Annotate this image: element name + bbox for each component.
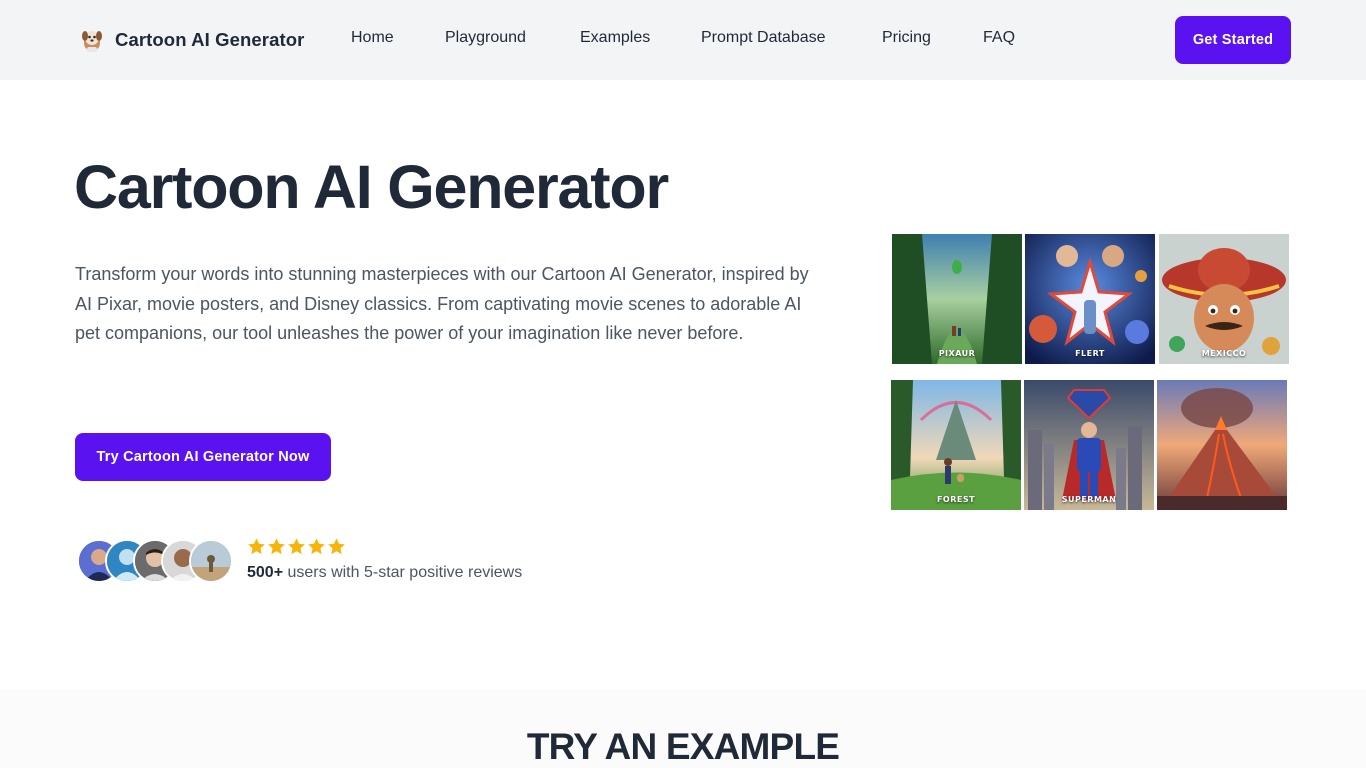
try-generator-button[interactable]: Try Cartoon AI Generator Now xyxy=(75,433,331,481)
nav-playground-link[interactable]: Playground xyxy=(445,29,526,47)
tile-caption: FLERT xyxy=(1075,349,1105,358)
star-icon xyxy=(328,538,345,555)
gallery-image-pixaur[interactable]: PIXAUR xyxy=(892,234,1022,364)
tile-caption: PIXAUR xyxy=(938,349,976,358)
gallery-image-forest[interactable]: FOREST xyxy=(891,380,1021,510)
star-icon xyxy=(288,538,305,555)
star-icon xyxy=(308,538,325,555)
avatar xyxy=(189,539,233,583)
gallery-image-superman[interactable]: SUPERMAN xyxy=(1024,380,1154,510)
site-header: Cartoon AI Generator Home Playground Exa… xyxy=(0,0,1366,80)
nav-home-link[interactable]: Home xyxy=(351,29,394,47)
user-avatars xyxy=(77,539,237,583)
get-started-button[interactable]: Get Started xyxy=(1175,16,1291,64)
nav-examples-link[interactable]: Examples xyxy=(580,29,650,47)
gallery-image-flert[interactable]: FLERT xyxy=(1025,234,1155,364)
hero-description: Transform your words into stunning maste… xyxy=(75,264,809,343)
star-icon xyxy=(248,538,265,555)
rating-stars xyxy=(247,537,346,556)
puppy-icon xyxy=(82,31,102,52)
gallery-image-volcano[interactable] xyxy=(1157,380,1287,510)
tile-caption: MEXICCO xyxy=(1201,349,1247,358)
reviews-summary: 500+ users with 5-star positive reviews xyxy=(247,564,522,582)
nav-pricing-link[interactable]: Pricing xyxy=(882,29,931,47)
reviews-label: users with 5-star positive reviews xyxy=(283,564,523,581)
brand-name: Cartoon AI Generator xyxy=(115,29,305,50)
nav-prompt-database-link[interactable]: Prompt Database xyxy=(701,29,826,47)
hero-title: Cartoon AI Generator xyxy=(74,153,669,221)
reviews-count: 500+ xyxy=(247,564,284,581)
tile-caption: FOREST xyxy=(936,495,976,504)
star-icon xyxy=(268,538,285,555)
nav-faq-link[interactable]: FAQ xyxy=(983,29,1015,47)
section-title: TRY AN EXAMPLE xyxy=(526,726,840,767)
tile-caption: SUPERMAN xyxy=(1061,495,1117,504)
gallery-image-mexicco[interactable]: MEXICCO xyxy=(1159,234,1289,364)
brand-logo[interactable]: Cartoon AI Generator xyxy=(78,24,304,56)
